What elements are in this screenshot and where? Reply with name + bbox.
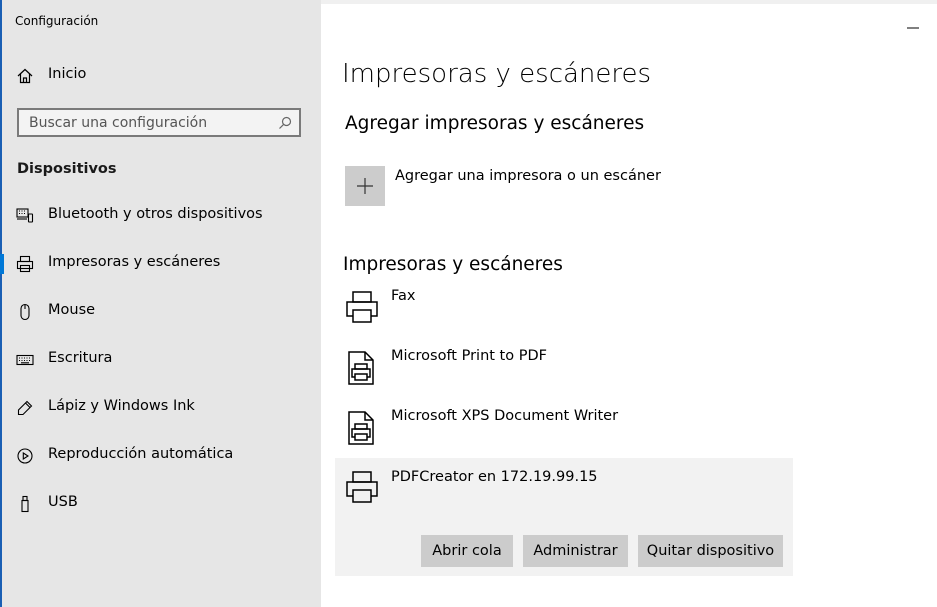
autoplay-icon	[17, 448, 33, 464]
remove-device-button[interactable]: Quitar dispositivo	[638, 535, 783, 567]
plus-icon	[357, 178, 373, 194]
printer-name: Microsoft Print to PDF	[391, 348, 547, 364]
home-icon	[17, 68, 33, 84]
sidebar-item-label: Lápiz y Windows Ink	[48, 398, 195, 414]
sidebar-item-label: Mouse	[48, 302, 96, 318]
mouse-icon	[20, 303, 30, 321]
keyboard-icon	[16, 354, 34, 366]
sidebar-item-typing[interactable]: Escritura	[2, 340, 321, 380]
sidebar-item-label: Impresoras y escáneres	[48, 254, 221, 270]
sidebar-item-label: Bluetooth y otros dispositivos	[48, 206, 263, 222]
printer-item-pdf[interactable]: Microsoft Print to PDF	[335, 340, 793, 400]
printer-icon	[346, 471, 378, 503]
search-input[interactable]: Buscar una configuración	[17, 108, 301, 137]
sidebar-item-label: Reproducción automática	[48, 446, 234, 462]
title-bar	[321, 0, 937, 4]
printers-list-title: Impresoras y escáneres	[343, 254, 563, 275]
app-title: Configuración	[15, 14, 99, 28]
add-section-title: Agregar impresoras y escáneres	[345, 113, 645, 134]
printer-item-xps[interactable]: Microsoft XPS Document Writer	[335, 400, 793, 460]
sidebar-item-usb[interactable]: USB	[2, 484, 321, 524]
manage-button[interactable]: Administrar	[523, 535, 628, 567]
document-printer-icon	[348, 351, 374, 385]
sidebar-item-mouse[interactable]: Mouse	[2, 292, 321, 332]
sidebar-item-label: USB	[48, 494, 78, 510]
pen-icon	[17, 400, 33, 416]
main-content: Impresoras y escáneres Agregar impresora…	[321, 0, 937, 607]
open-queue-button[interactable]: Abrir cola	[421, 535, 513, 567]
sidebar-item-label: Escritura	[48, 350, 113, 366]
search-placeholder: Buscar una configuración	[29, 115, 208, 131]
document-printer-icon	[348, 411, 374, 445]
printer-name: Fax	[391, 288, 416, 304]
sidebar-item-pen[interactable]: Lápiz y Windows Ink	[2, 388, 321, 428]
section-heading: Dispositivos	[17, 161, 117, 177]
sidebar-item-autoplay[interactable]: Reproducción automática	[2, 436, 321, 476]
page-title: Impresoras y escáneres	[342, 59, 652, 89]
usb-icon	[21, 495, 29, 513]
printer-icon	[16, 255, 34, 273]
printer-item-pdfcreator[interactable]: PDFCreator en 172.19.99.15 Abrir cola Ad…	[335, 458, 793, 576]
printer-name: PDFCreator en 172.19.99.15	[391, 469, 598, 485]
printer-name: Microsoft XPS Document Writer	[391, 408, 619, 424]
minimize-icon[interactable]	[901, 8, 925, 32]
sidebar-item-home[interactable]: Inicio	[2, 56, 321, 96]
printer-item-fax[interactable]: Fax	[335, 280, 793, 340]
search-icon[interactable]	[278, 116, 292, 130]
keyboard-device-icon	[16, 208, 34, 223]
sidebar: Configuración Inicio Buscar una configur…	[0, 0, 321, 607]
add-printer-label[interactable]: Agregar una impresora o un escáner	[395, 168, 661, 184]
printer-icon	[346, 291, 378, 323]
sidebar-item-printers[interactable]: Impresoras y escáneres	[0, 244, 321, 284]
sidebar-item-bluetooth[interactable]: Bluetooth y otros dispositivos	[2, 196, 321, 236]
add-printer-button[interactable]	[345, 166, 385, 206]
sidebar-item-label: Inicio	[48, 66, 87, 82]
